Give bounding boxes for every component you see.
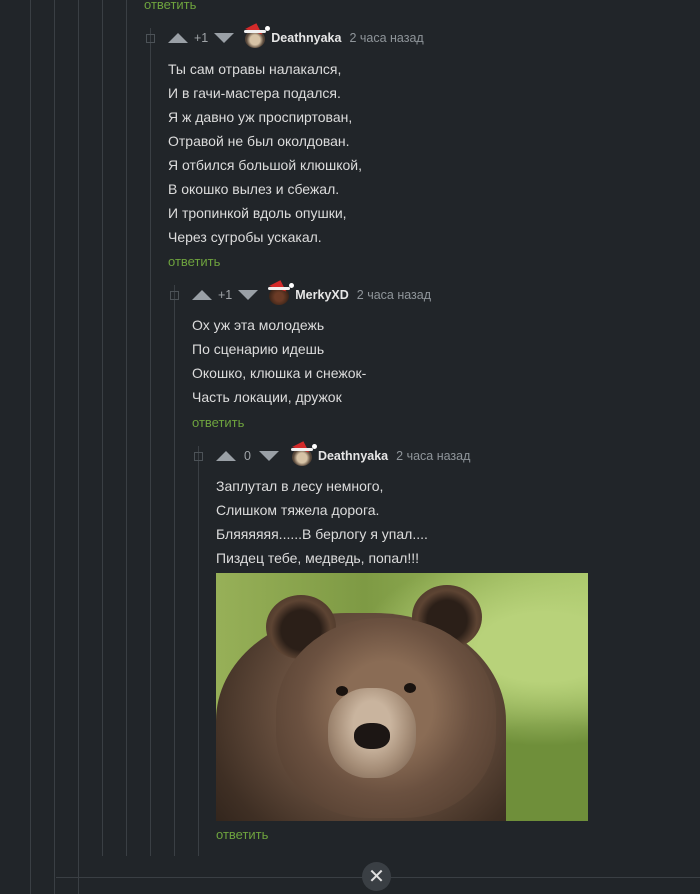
- comment-line: Через сугробы ускакал.: [168, 229, 322, 245]
- comment-rating: +1: [194, 31, 209, 45]
- comment-line: Часть локации, дружок: [192, 389, 342, 405]
- comment-time: 2 часа назад: [356, 288, 432, 302]
- comment-line: Пиздец тебе, медведь, попал!!!: [216, 550, 420, 566]
- comment-body: Ох уж эта молодежь По сценарию идешь Око…: [192, 313, 366, 409]
- bear-nose-shape: [354, 723, 390, 749]
- collapse-icon[interactable]: [170, 290, 179, 300]
- comment-header: +1 Deathnyaka 2 часа назад: [146, 20, 424, 50]
- bear-photo[interactable]: [216, 573, 588, 821]
- comment-line: И тропинкой вдоль опушки,: [168, 205, 347, 221]
- comment-rating: +1: [218, 288, 233, 302]
- arrow-up-icon[interactable]: [168, 33, 188, 43]
- comment-rating: 0: [244, 449, 251, 463]
- comment-line: В окошко вылез и сбежал.: [168, 181, 340, 197]
- comment-time: 2 часа назад: [349, 31, 424, 45]
- comment-author[interactable]: MerkyXD: [295, 288, 349, 302]
- comment-line: Заплутал в лесу немного,: [216, 478, 384, 494]
- avatar[interactable]: [244, 20, 271, 49]
- comment-line: Слишком тяжела дорога.: [216, 502, 380, 518]
- thread-line: [54, 0, 55, 894]
- comment-header: +1 MerkyXD 2 часа назад: [170, 277, 432, 307]
- collapse-icon[interactable]: [146, 33, 155, 43]
- comment-line: Я ж давно уж проспиртован,: [168, 109, 353, 125]
- thread-line: [126, 0, 127, 856]
- thread-line: [30, 0, 31, 894]
- comment-line: И в гачи-мастера подался.: [168, 85, 341, 101]
- comment-time: 2 часа назад: [396, 449, 471, 463]
- arrow-down-icon[interactable]: [258, 451, 279, 461]
- reply-link[interactable]: ответить: [168, 254, 220, 269]
- thread-line: [198, 446, 199, 856]
- thread-line: [102, 0, 103, 856]
- comment-line: Отравой не был околдован.: [168, 133, 350, 149]
- comment-author[interactable]: Deathnyaka: [271, 31, 341, 45]
- comment-author[interactable]: Deathnyaka: [318, 449, 388, 463]
- thread-line: [78, 0, 79, 894]
- reply-link[interactable]: ответить: [192, 415, 244, 430]
- comment-line: Ты сам отравы налакался,: [168, 61, 342, 77]
- comment-line: Окошко, клюшка и снежок-: [192, 365, 367, 381]
- bear-eye-shape: [404, 683, 416, 693]
- comment-line: По сценарию идешь: [192, 341, 325, 357]
- comment-header: 0 Deathnyaka 2 часа назад: [194, 438, 471, 468]
- comment-line: Ох уж эта молодежь: [192, 317, 325, 333]
- arrow-down-icon[interactable]: [214, 33, 235, 43]
- collapse-icon[interactable]: [194, 451, 203, 461]
- comment-line: Бляяяяяя......В берлогу я упал....: [216, 526, 428, 542]
- avatar[interactable]: [268, 277, 295, 306]
- comment-body: Заплутал в лесу немного, Слишком тяжела …: [216, 474, 428, 570]
- arrow-up-icon[interactable]: [216, 451, 236, 461]
- avatar[interactable]: [290, 438, 317, 467]
- reply-link[interactable]: ответить: [144, 0, 196, 12]
- arrow-up-icon[interactable]: [192, 290, 212, 300]
- comment-body: Ты сам отравы налакался, И в гачи-мастер…: [168, 57, 362, 249]
- thread-line: [150, 28, 151, 856]
- reply-link[interactable]: ответить: [216, 827, 268, 842]
- thread-line: [174, 285, 175, 856]
- arrow-down-icon[interactable]: [238, 290, 259, 300]
- comment-line: Я отбился большой клюшкой,: [168, 157, 363, 173]
- close-icon[interactable]: ✕: [362, 862, 391, 891]
